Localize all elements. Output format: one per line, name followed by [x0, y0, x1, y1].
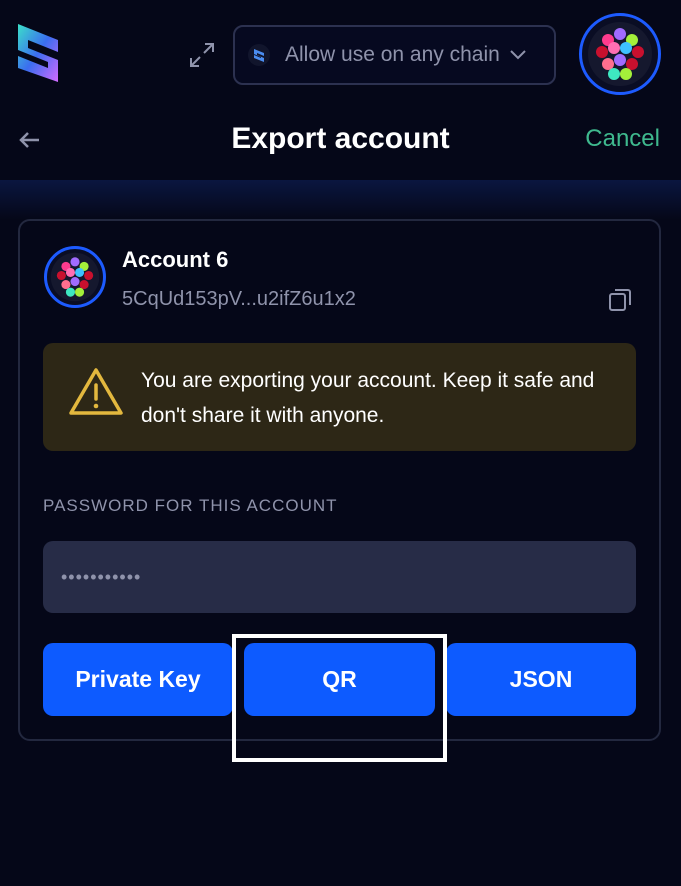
password-label: PASSWORD FOR THIS ACCOUNT	[43, 496, 338, 515]
json-button[interactable]: JSON	[446, 643, 636, 716]
private-key-button[interactable]: Private Key	[43, 643, 233, 716]
account-avatar-icon	[50, 252, 100, 302]
cancel-button[interactable]: Cancel	[585, 125, 660, 153]
chain-select[interactable]: Allow use on any chain	[233, 25, 556, 85]
account-avatar-button[interactable]	[579, 13, 661, 95]
warning-banner: You are exporting your account. Keep it …	[43, 343, 636, 451]
expand-icon[interactable]	[187, 40, 217, 70]
account-address: 5CqUd153pV...u2ifZ6u1x2	[122, 288, 356, 310]
chevron-down-icon	[510, 50, 526, 60]
chain-select-value: Allow use on any chain	[285, 43, 500, 66]
top-bar: Allow use on any chain	[0, 0, 681, 108]
page-header: Export account Cancel	[0, 108, 681, 180]
qr-button[interactable]: QR	[244, 643, 435, 716]
header-divider-glow	[0, 180, 681, 220]
copy-icon[interactable]	[607, 287, 633, 313]
warning-text: You are exporting your account. Keep it …	[141, 369, 595, 427]
page-title: Export account	[231, 122, 450, 155]
account-name: Account 6	[122, 247, 229, 272]
subwallet-logo-icon[interactable]	[14, 22, 62, 88]
password-input[interactable]	[43, 541, 636, 613]
warning-triangle-icon	[69, 368, 123, 415]
export-account-card: Account 6 5CqUd153pV...u2ifZ6u1x2 You ar…	[18, 219, 661, 741]
account-avatar-icon	[588, 22, 652, 86]
chain-network-icon	[248, 44, 270, 66]
avatar	[44, 246, 106, 308]
